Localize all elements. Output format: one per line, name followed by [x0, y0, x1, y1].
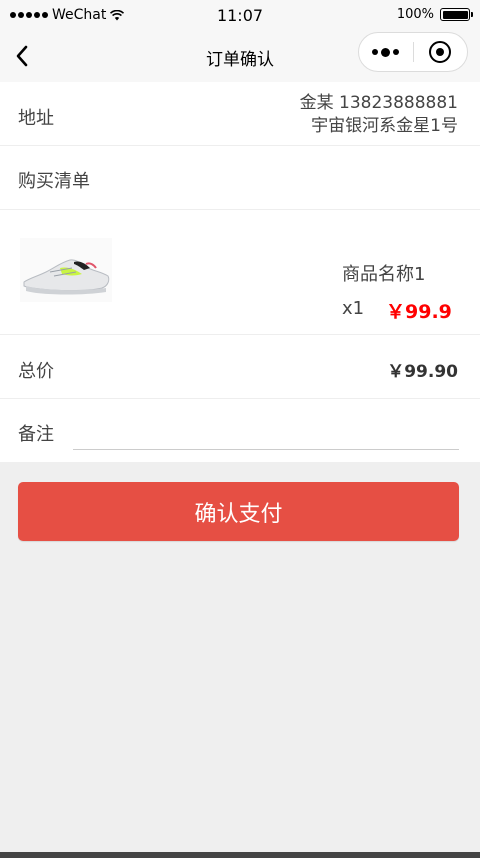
target-icon: [429, 41, 452, 63]
more-dot-icon: [372, 49, 379, 55]
remark-row: 备注: [0, 399, 480, 462]
product-image: [20, 238, 112, 302]
more-dot-icon: [381, 47, 391, 57]
address-row[interactable]: 地址 金某 13823888881 宇宙银河系金星1号: [0, 82, 480, 146]
remark-label: 备注: [18, 424, 54, 445]
status-bar: WeChat 11:07 100%: [0, 0, 480, 30]
more-button[interactable]: [359, 33, 413, 71]
address-name-phone: 金某 13823888881: [299, 93, 458, 113]
battery-percent: 100%: [396, 7, 434, 22]
more-dot-icon: [393, 49, 400, 55]
total-value: ￥99.90: [387, 362, 458, 382]
shopping-list-label: 购买清单: [18, 171, 90, 192]
total-label: 总价: [18, 361, 54, 382]
battery-icon: [440, 8, 473, 21]
address-label: 地址: [18, 108, 54, 129]
address-info: 金某 13823888881 宇宙银河系金星1号: [300, 92, 458, 138]
shopping-list-header: 购买清单: [0, 146, 480, 210]
close-button[interactable]: [414, 33, 468, 71]
product-quantity: x1: [342, 298, 365, 319]
bottom-bar: [0, 852, 480, 858]
remark-input[interactable]: [73, 415, 459, 450]
list-item[interactable]: 商品名称1 x1 ￥99.9: [0, 210, 480, 335]
order-card: 地址 金某 13823888881 宇宙银河系金星1号 购买清单 商品名称1 x…: [0, 82, 480, 462]
nav-bar: 订单确认: [0, 30, 480, 82]
battery-fill: [442, 10, 468, 19]
confirm-pay-button[interactable]: 确认支付: [18, 482, 459, 541]
total-row: 总价 ￥99.90: [0, 335, 480, 399]
product-name: 商品名称1: [342, 264, 426, 285]
mini-program-capsule: [358, 32, 468, 72]
battery-group: 100%: [396, 7, 473, 22]
address-detail: 宇宙银河系金星1号: [311, 116, 458, 136]
product-price: ￥99.9: [386, 301, 452, 323]
